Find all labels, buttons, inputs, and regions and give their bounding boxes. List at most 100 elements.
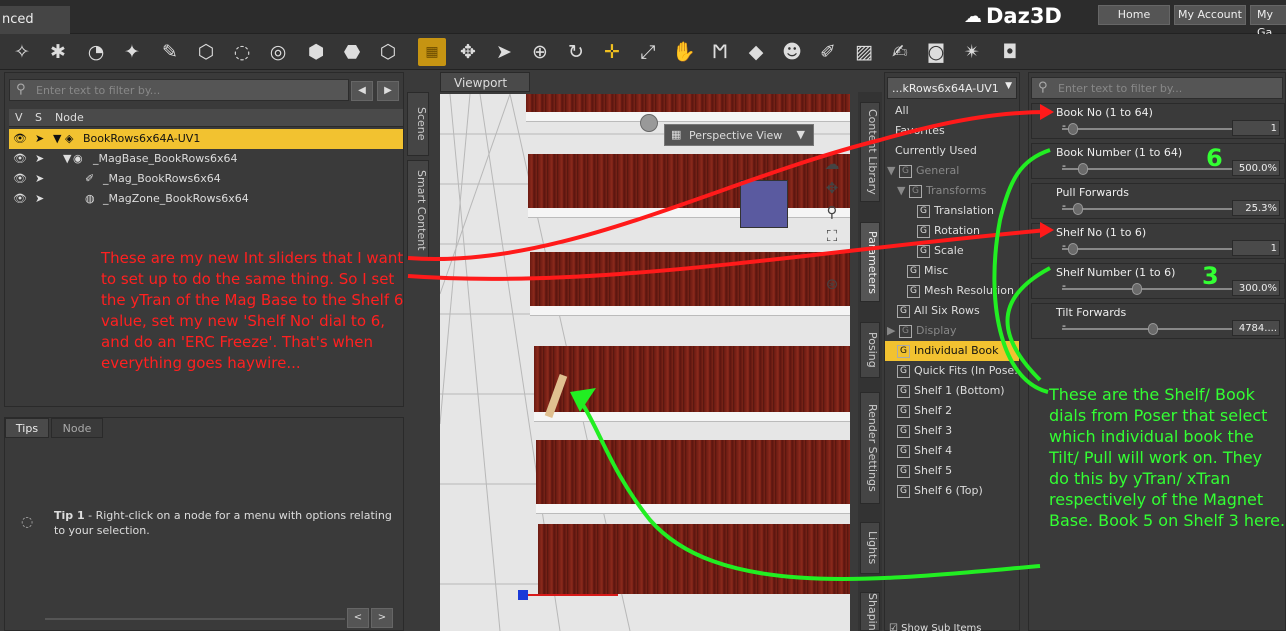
camera-tool-icon[interactable]: ◙ xyxy=(922,38,950,66)
dial-3[interactable]: Shelf No (1 to 6)-+1 xyxy=(1031,223,1285,259)
dial-knob[interactable] xyxy=(1068,243,1078,255)
tab-parameters[interactable]: Parameters xyxy=(860,222,880,302)
box-tool-icon[interactable]: ⬡ xyxy=(374,38,402,66)
col-visible[interactable]: V xyxy=(15,111,23,124)
tab-scene[interactable]: Scene xyxy=(407,92,429,156)
joint-tool-icon[interactable]: ◌ xyxy=(228,38,256,66)
pointer-icon[interactable]: ➤ xyxy=(35,132,44,145)
cat-display[interactable]: ▶ G Display xyxy=(885,321,1019,341)
node-row-bookrows[interactable]: 👁 ➤ ▼ ◈ BookRows6x64A-UV1 xyxy=(9,129,403,149)
minus-button[interactable]: - xyxy=(1062,319,1066,332)
viewport-nav-controls[interactable]: ☁ ✥ ⚲ ⛶ ⊛ xyxy=(820,152,844,302)
minus-button[interactable]: - xyxy=(1062,159,1066,172)
geometry-tool-icon[interactable]: Ϻ xyxy=(706,38,734,66)
rotate-tool-icon[interactable]: ↻ xyxy=(562,38,590,66)
dial-5[interactable]: Tilt Forwards-+4784.... xyxy=(1031,303,1285,339)
dial-value[interactable]: 25.3% xyxy=(1232,200,1280,216)
show-sub-items-checkbox[interactable]: ☑ Show Sub Items xyxy=(889,623,982,631)
cat-shelf-5[interactable]: G Shelf 5 xyxy=(885,461,1019,481)
my-account-link[interactable]: My Account xyxy=(1174,5,1246,25)
sphere-icon[interactable] xyxy=(640,114,658,132)
target-tool-icon[interactable]: ◎ xyxy=(264,38,292,66)
cat-transforms[interactable]: ▼ G Transforms xyxy=(885,181,1019,201)
dial-value[interactable]: 500.0% xyxy=(1232,160,1280,176)
tab-content-library[interactable]: Content Library xyxy=(860,102,880,202)
translate-tool-icon[interactable]: ✛ xyxy=(598,38,626,66)
col-selectable[interactable]: S xyxy=(35,111,42,124)
node-select-tool-icon[interactable]: ⊕ xyxy=(526,38,554,66)
viewport-canvas[interactable]: Perspective View ▦ ▼ ☁ ✥ ⚲ ⛶ ⊛ xyxy=(440,94,850,631)
spark-tool-icon[interactable]: ✱ xyxy=(44,38,72,66)
dial-value[interactable]: 1 xyxy=(1232,240,1280,256)
minus-button[interactable]: - xyxy=(1062,119,1066,132)
wand-tool-icon[interactable]: ✧ xyxy=(8,38,36,66)
minus-button[interactable]: - xyxy=(1062,239,1066,252)
node-row-mag[interactable]: 👁 ➤ ✐ _Mag_BookRows6x64 xyxy=(9,169,403,189)
cat-general[interactable]: ▼ G General xyxy=(885,161,1019,181)
dial-knob[interactable] xyxy=(1068,123,1078,135)
cat-shelf-4[interactable]: G Shelf 4 xyxy=(885,441,1019,461)
dial-value[interactable]: 1 xyxy=(1232,120,1280,136)
tab-render-settings[interactable]: Render Settings xyxy=(860,392,880,504)
cat-individual-book[interactable]: G Individual Book xyxy=(885,341,1019,361)
col-node[interactable]: Node xyxy=(55,111,84,124)
camera-select[interactable]: Perspective View ▦ ▼ xyxy=(664,124,814,146)
dial-value[interactable]: 4784.... xyxy=(1232,320,1280,336)
cat-favorites[interactable]: Favorites xyxy=(885,121,1019,141)
render-camera-icon[interactable]: ◘ xyxy=(996,38,1024,66)
figure-tool-icon[interactable]: ☻ xyxy=(778,38,806,66)
dial-knob[interactable] xyxy=(1132,283,1142,295)
dial-tool-icon[interactable]: ◔ xyxy=(82,38,110,66)
eye-icon[interactable]: 👁 xyxy=(13,132,27,145)
cat-translation[interactable]: G Translation xyxy=(885,201,1019,221)
tip-next-button[interactable]: > xyxy=(371,608,393,628)
tab-posing[interactable]: Posing xyxy=(860,322,880,378)
my-gallery-link[interactable]: My Ga xyxy=(1250,5,1286,39)
grid-tool-icon[interactable]: ▦ xyxy=(418,38,446,66)
select-tool-icon[interactable]: ➤ xyxy=(490,38,518,66)
expand-arrow-icon[interactable]: ▼ xyxy=(63,152,71,165)
home-link[interactable]: Home xyxy=(1098,5,1170,25)
scene-filter-input[interactable]: ⚲ Enter text to filter by... xyxy=(9,79,349,101)
eye-icon[interactable]: 👁 xyxy=(13,192,27,205)
dial-track[interactable] xyxy=(1062,248,1234,250)
cat-scale[interactable]: G Scale xyxy=(885,241,1019,261)
universal-tool-icon[interactable]: ✥ xyxy=(454,38,482,66)
viewport-tab[interactable]: Viewport xyxy=(440,72,530,92)
light-tool-icon[interactable]: ✦ xyxy=(118,38,146,66)
node-tool-icon[interactable]: ⬡ xyxy=(192,38,220,66)
pose-tool-icon[interactable]: ✋ xyxy=(670,38,698,66)
cat-rotation[interactable]: G Rotation xyxy=(885,221,1019,241)
tab-tips[interactable]: Tips xyxy=(5,418,49,438)
cat-shelf-1[interactable]: G Shelf 1 (Bottom) xyxy=(885,381,1019,401)
view-cube[interactable] xyxy=(740,180,788,228)
cat-shelf-2[interactable]: G Shelf 2 xyxy=(885,401,1019,421)
cat-quick-fits[interactable]: G Quick Fits (In Pose... xyxy=(885,361,1019,381)
prev-button[interactable]: ◀ xyxy=(351,81,373,101)
scale-tool-icon[interactable]: ⤢ xyxy=(634,38,662,66)
next-button[interactable]: ▶ xyxy=(377,81,399,101)
brush-tool-icon[interactable]: ✎ xyxy=(156,38,184,66)
dial-knob[interactable] xyxy=(1072,203,1083,215)
tab-node[interactable]: Node xyxy=(51,418,103,438)
cat-shelf-6[interactable]: G Shelf 6 (Top) xyxy=(885,481,1019,501)
document-tab[interactable]: nced xyxy=(0,6,70,34)
node-row-magbase[interactable]: 👁 ➤ ▼ ◉ _MagBase_BookRows6x64 xyxy=(9,149,403,169)
cat-mesh-resolution[interactable]: G Mesh Resolution xyxy=(885,281,1019,301)
hatch-tool-icon[interactable]: ▨ xyxy=(850,38,878,66)
pen-tool-icon[interactable]: ✍ xyxy=(886,38,914,66)
pointer-icon[interactable]: ➤ xyxy=(35,152,44,165)
cat-shelf-3[interactable]: G Shelf 3 xyxy=(885,421,1019,441)
tab-smart-content[interactable]: Smart Content xyxy=(407,160,429,260)
pointer-icon[interactable]: ➤ xyxy=(35,192,44,205)
minus-button[interactable]: - xyxy=(1062,199,1066,212)
cat-misc[interactable]: G Misc xyxy=(885,261,1019,281)
edit-tool-icon[interactable]: ✐ xyxy=(814,38,842,66)
cat-currently-used[interactable]: Currently Used xyxy=(885,141,1019,161)
param-filter-input[interactable]: ⚲ Enter text to filter by... xyxy=(1031,77,1283,99)
eye-icon[interactable]: 👁 xyxy=(13,172,27,185)
tab-shaping[interactable]: Shaping xyxy=(860,592,880,631)
cube-tool-icon[interactable]: ⬢ xyxy=(302,38,330,66)
node-row-magzone[interactable]: 👁 ➤ ◍ _MagZone_BookRows6x64 xyxy=(9,189,403,209)
tab-lights[interactable]: Lights xyxy=(860,522,880,574)
